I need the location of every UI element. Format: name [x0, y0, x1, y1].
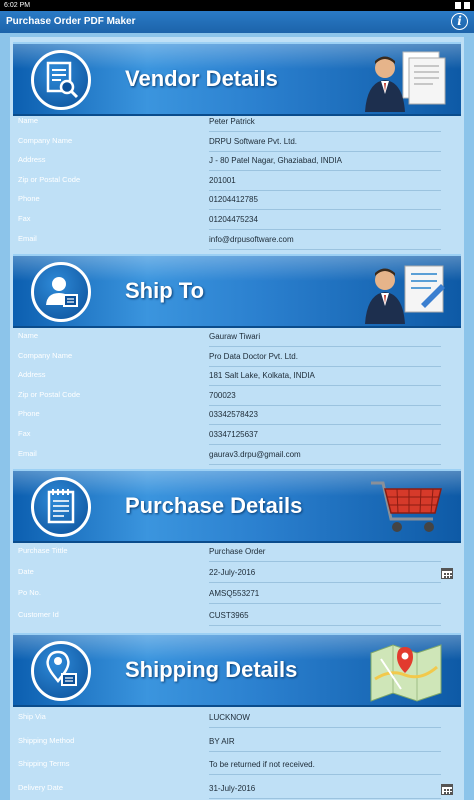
ship-to-label-zip-or-postal-code: Zip or Postal Code: [18, 389, 81, 399]
wifi-icon: [455, 2, 461, 9]
ship-to-row-email: Email gaurav3.drpu@gmail.com: [13, 447, 461, 466]
vendor-label-address: Address: [18, 155, 46, 165]
ship-to-label-name: Name: [18, 331, 39, 340]
ship-to-label-company-name: Company Name: [18, 350, 73, 360]
shipping-row-ship-via: Ship Via LUCKNOW: [13, 710, 461, 729]
purchase-field-po-no[interactable]: AMSQ553271: [209, 587, 441, 605]
purchase-row-po-no: Po No. AMSQ553271: [13, 586, 461, 605]
battery-icon: [464, 2, 470, 9]
purchase-row-purchase-tittle: Purchase Tittle Purchase Order: [13, 544, 461, 563]
vendor-field-address[interactable]: J - 80 Patel Nagar, Ghaziabad, INDIA: [209, 154, 441, 172]
vendor-label-fax: Fax: [18, 214, 31, 223]
ship-to-field-address[interactable]: 181 Salt Lake, Kolkata, INDIA: [209, 369, 441, 387]
vendor-label-phone: Phone: [18, 194, 40, 204]
map-pin-icon: [31, 641, 91, 701]
ship-to-field-company-name[interactable]: Pro Data Doctor Pvt. Ltd.: [209, 350, 441, 367]
vendor-field-fax[interactable]: 01204475234: [209, 213, 441, 230]
ship-to-label-email: Email: [18, 448, 37, 458]
shipping-row-shipping-terms: Shipping Terms To be returned if not rece…: [13, 757, 461, 776]
app-bar: Purchase Order PDF Maker i: [0, 11, 474, 33]
businessman-clipboard-icon: [365, 265, 445, 324]
vendor-row-name: Name Peter Patrick: [13, 114, 461, 133]
shipping-label-delivery-date: Delivery Date: [18, 782, 64, 792]
ship-to-row-name: Name Gauraw Tiwari: [13, 329, 461, 348]
app-title: Purchase Order PDF Maker: [6, 16, 136, 27]
ship-to-label-fax: Fax: [18, 429, 31, 438]
ship-to-row-phone: Phone 03342578423: [13, 407, 461, 426]
ship-to-field-fax[interactable]: 03347125637: [209, 428, 441, 445]
status-time: 6:02 PM: [4, 2, 31, 9]
vendor-row-company-name: Company Name DRPU Software Pvt. Ltd.: [13, 134, 461, 153]
notepad-icon: [31, 477, 91, 537]
vendor-row-fax: Fax 01204475234: [13, 212, 461, 231]
vendor-details-header: Vendor Details: [13, 42, 461, 116]
ship-to-row-fax: Fax 03347125637: [13, 427, 461, 446]
status-icons: [455, 2, 470, 9]
vendor-field-zip-or-postal-code[interactable]: 201001: [209, 174, 441, 191]
shopping-cart-icon: [371, 481, 442, 532]
ship-to-title: Ship To: [125, 278, 205, 303]
shipping-row-shipping-method: Shipping Method BY AIR: [13, 734, 461, 753]
purchase-field-date[interactable]: 22-July-2016: [209, 566, 441, 584]
ship-to-label-address: Address: [18, 370, 46, 380]
status-bar: 6:02 PM: [0, 0, 474, 11]
vendor-field-name[interactable]: Peter Patrick: [209, 115, 441, 132]
ship-to-field-zip-or-postal-code[interactable]: 700023: [209, 389, 441, 406]
map-icon: [370, 644, 442, 702]
ship-to-field-name[interactable]: Gauraw Tiwari: [209, 330, 441, 347]
purchase-details-title: Purchase Details: [125, 493, 303, 518]
calendar-icon[interactable]: [441, 568, 453, 580]
vendor-label-email: Email: [18, 233, 37, 243]
shipping-details-title: Shipping Details: [125, 657, 298, 682]
vendor-label-company-name: Company Name: [18, 135, 73, 145]
shipping-field-shipping-method[interactable]: BY AIR: [209, 735, 441, 752]
purchase-label-purchase-tittle: Purchase Tittle: [18, 546, 68, 555]
vendor-field-email[interactable]: info@drpusoftware.com: [209, 233, 441, 250]
shipping-label-shipping-terms: Shipping Terms: [18, 759, 70, 768]
ship-to-label-phone: Phone: [18, 409, 40, 419]
purchase-label-po-no: Po No.: [18, 588, 41, 598]
purchase-details-header: Purchase Details: [13, 469, 461, 543]
shipping-row-delivery-date: Delivery Date 31-July-2016: [13, 781, 461, 800]
purchase-row-date: Date 22-July-2016: [13, 565, 461, 584]
document-search-icon: [31, 50, 91, 110]
shipping-field-ship-via[interactable]: LUCKNOW: [209, 711, 441, 728]
vendor-row-email: Email info@drpusoftware.com: [13, 232, 461, 251]
shipping-label-ship-via: Ship Via: [18, 712, 46, 721]
ship-to-header: Ship To: [13, 254, 461, 328]
ship-to-field-phone[interactable]: 03342578423: [209, 408, 441, 426]
ship-to-row-company-name: Company Name Pro Data Doctor Pvt. Ltd.: [13, 349, 461, 368]
ship-to-row-address: Address 181 Salt Lake, Kolkata, INDIA: [13, 368, 461, 387]
vendor-label-zip-or-postal-code: Zip or Postal Code: [18, 174, 81, 184]
vendor-row-phone: Phone 01204412785: [13, 192, 461, 211]
purchase-field-customer-id[interactable]: CUST3965: [209, 609, 441, 626]
shipping-details-header: Shipping Details: [13, 633, 461, 707]
shipping-field-delivery-date[interactable]: 31-July-2016: [209, 782, 441, 799]
shipping-label-shipping-method: Shipping Method: [18, 735, 75, 745]
ship-to-field-email[interactable]: gaurav3.drpu@gmail.com: [209, 448, 441, 465]
vendor-field-phone[interactable]: 01204412785: [209, 193, 441, 211]
user-card-icon: [31, 262, 91, 322]
purchase-field-purchase-tittle[interactable]: Purchase Order: [209, 545, 441, 562]
vendor-row-address: Address J - 80 Patel Nagar, Ghaziabad, IN…: [13, 153, 461, 172]
vendor-details-title: Vendor Details: [125, 66, 278, 91]
calendar-icon[interactable]: [441, 783, 453, 795]
purchase-label-date: Date: [18, 567, 34, 577]
businessman-document-icon: [365, 51, 446, 112]
ship-to-row-zip-or-postal-code: Zip or Postal Code 700023: [13, 388, 461, 407]
info-icon[interactable]: i: [451, 13, 468, 30]
vendor-field-company-name[interactable]: DRPU Software Pvt. Ltd.: [209, 135, 441, 152]
purchase-label-customer-id: Customer Id: [18, 609, 59, 619]
vendor-label-name: Name: [18, 116, 39, 125]
vendor-row-zip-or-postal-code: Zip or Postal Code 201001: [13, 173, 461, 192]
shipping-field-shipping-terms[interactable]: To be returned if not received.: [209, 758, 441, 775]
purchase-row-customer-id: Customer Id CUST3965: [13, 608, 461, 627]
